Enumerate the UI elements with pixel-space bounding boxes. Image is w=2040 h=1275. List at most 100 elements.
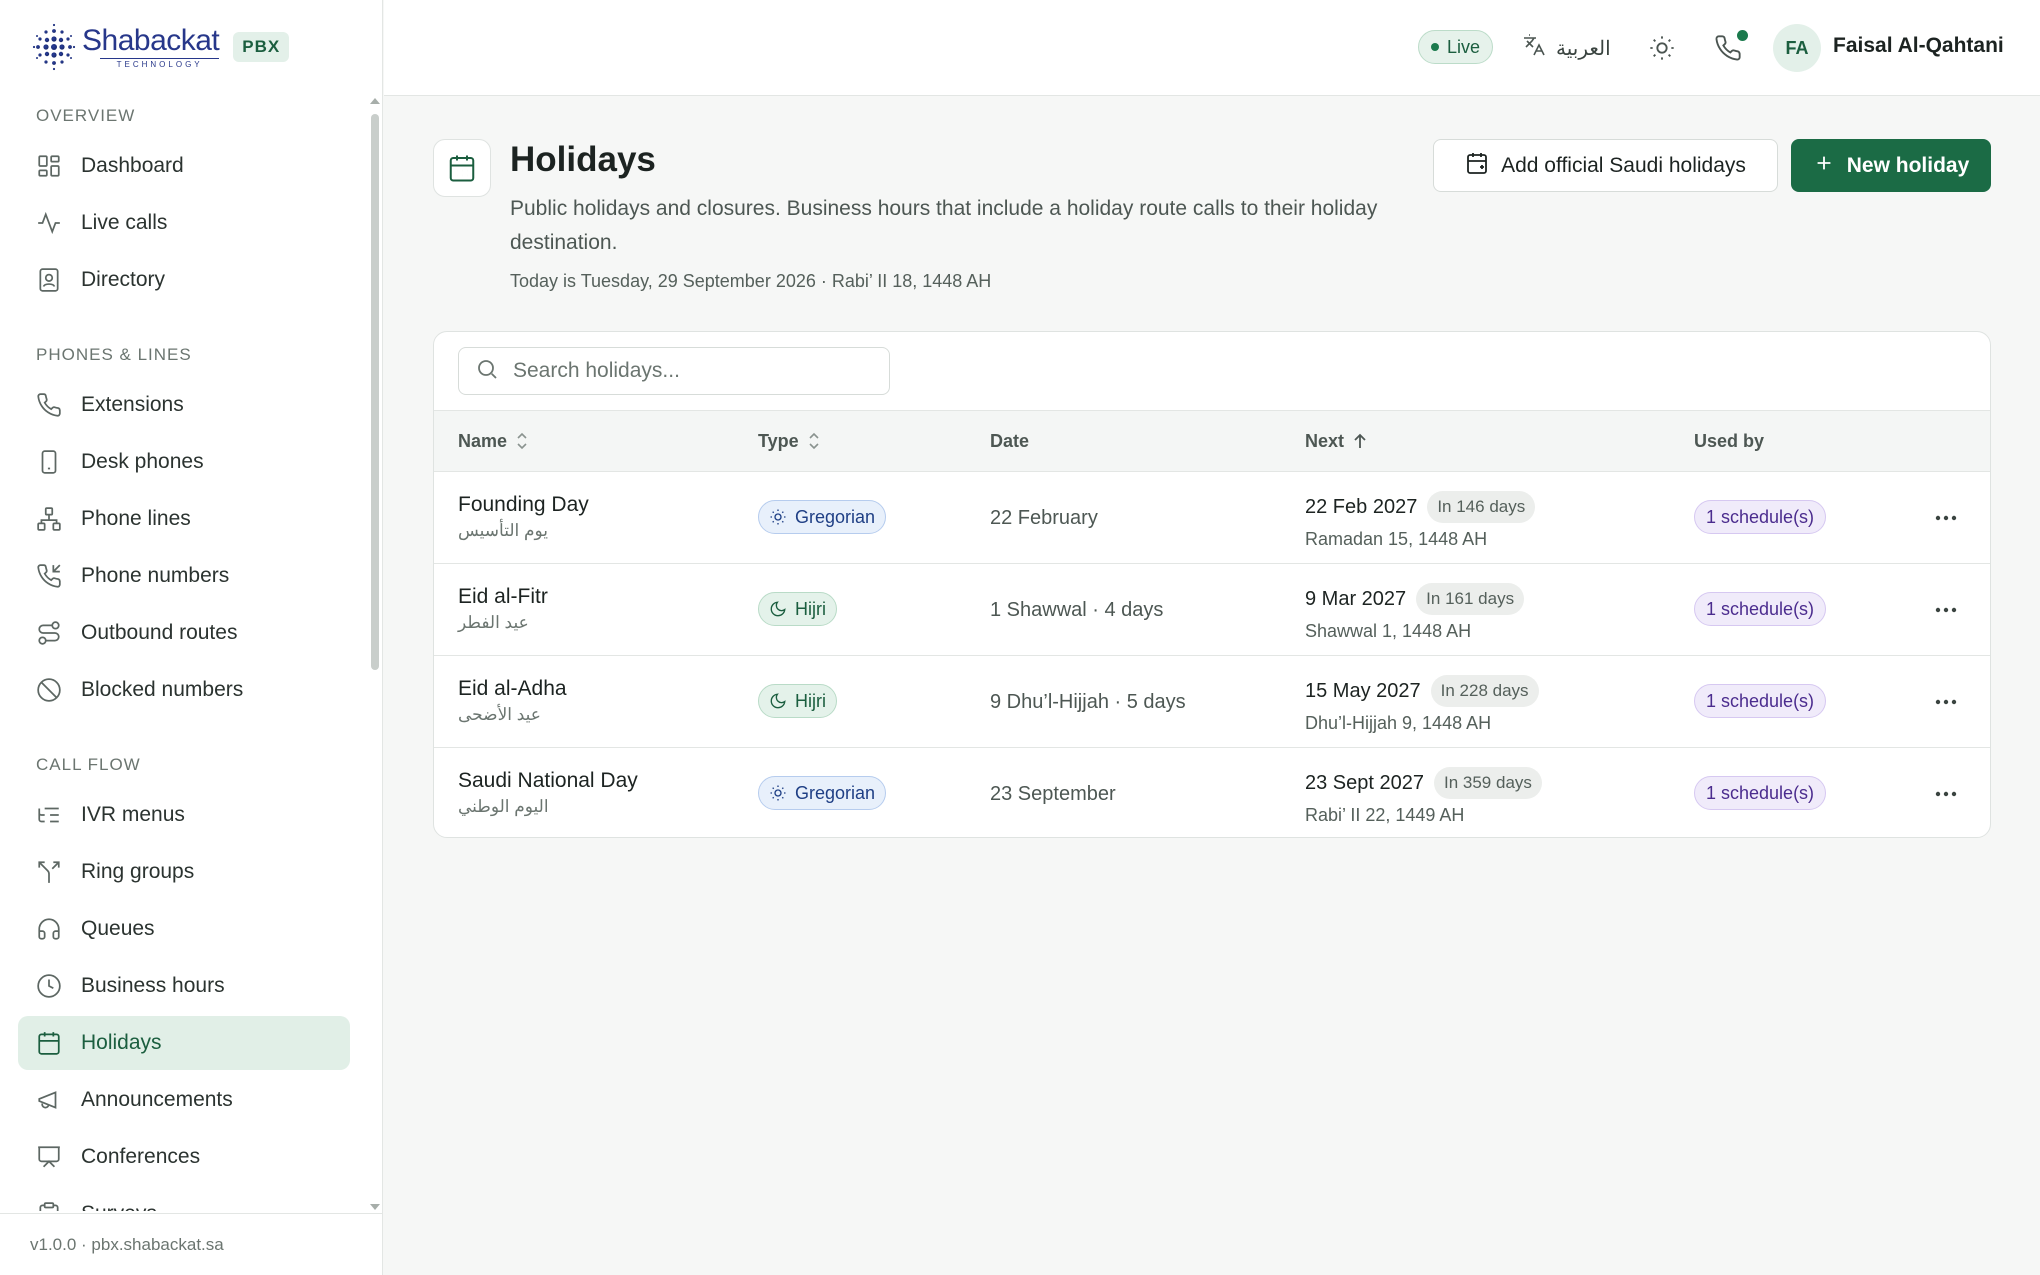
clock-icon [35, 972, 63, 1000]
sidebar-item-label: Live calls [81, 211, 168, 234]
scroll-down-arrow[interactable] [370, 1204, 380, 1210]
used-by-badge[interactable]: 1 schedule(s) [1694, 684, 1827, 718]
holiday-name: Saudi National Day [458, 769, 638, 792]
column-next-header[interactable]: Next [1305, 411, 1368, 471]
column-used-by-header: Used by [1694, 411, 1764, 471]
table-row[interactable]: Founding Day يوم التأسيس Gregorian 22 Fe… [434, 473, 1990, 564]
used-by-badge[interactable]: 1 schedule(s) [1694, 500, 1827, 534]
search-box[interactable] [458, 347, 890, 395]
next-date: 22 Feb 2027 [1305, 495, 1418, 518]
sidebar-item-outbound-routes[interactable]: Outbound routes [18, 606, 350, 660]
page-calendar-icon [433, 139, 491, 197]
days-until-badge: In 228 days [1430, 675, 1539, 707]
softphone-online-dot [1737, 30, 1748, 41]
sidebar-item-extensions[interactable]: Extensions [18, 378, 350, 432]
date-cell: 1 Shawwal · 4 days [990, 599, 1164, 621]
sidebar-item-label: Phone lines [81, 507, 191, 530]
sidebar-item-phone-numbers[interactable]: Phone numbers [18, 549, 350, 603]
sidebar-item-label: Holidays [81, 1031, 162, 1054]
device-icon [35, 448, 63, 476]
column-label: Name [458, 430, 508, 451]
next-cell: 22 Feb 2027 In 146 days Ramadan 15, 1448… [1305, 491, 1536, 550]
sidebar-item-blocked-numbers[interactable]: Blocked numbers [18, 663, 350, 717]
holiday-name-arabic: يوم التأسيس [458, 521, 549, 540]
sidebar-item-desk-phones[interactable]: Desk phones [18, 435, 350, 489]
sidebar-item-ring-groups[interactable]: Ring groups [18, 845, 350, 899]
scroll-up-arrow[interactable] [370, 98, 380, 104]
sidebar-item-directory[interactable]: Directory [18, 253, 350, 307]
search-input[interactable] [513, 359, 873, 383]
row-more-icon[interactable] [1928, 592, 1964, 628]
sun-icon [769, 784, 787, 802]
clipboard-check-icon [35, 1200, 63, 1211]
translate-icon [1522, 33, 1546, 63]
column-label: Next [1305, 430, 1345, 451]
sidebar-item-label: Directory [81, 268, 166, 291]
theme-toggle-sun-icon[interactable] [1648, 34, 1676, 62]
type-label: Hijri [795, 690, 826, 711]
sort-icon [807, 432, 821, 450]
next-date: 9 Mar 2027 [1305, 587, 1407, 610]
used-by-badge[interactable]: 1 schedule(s) [1694, 776, 1827, 810]
new-holiday-button[interactable]: New holiday [1791, 139, 1991, 192]
sun-icon [769, 508, 787, 526]
globe-logo-icon [32, 23, 76, 71]
row-more-icon[interactable] [1928, 684, 1964, 720]
row-more-icon[interactable] [1928, 500, 1964, 536]
moon-icon [769, 692, 787, 710]
sidebar-scrollbar[interactable] [371, 114, 379, 670]
sidebar-item-ivr-menus[interactable]: IVR menus [18, 788, 350, 842]
language-toggle[interactable]: العربية [1522, 28, 1611, 68]
user-name[interactable]: Faisal Al-Qahtani [1833, 34, 2004, 58]
sidebar-item-holidays[interactable]: Holidays [18, 1016, 350, 1070]
column-type-header[interactable]: Type [758, 411, 821, 471]
table-row[interactable]: Eid al-Adha عيد الأضحى Hijri 9 Dhu’l-Hij… [434, 657, 1990, 748]
used-by-cell: 1 schedule(s) [1694, 684, 1827, 718]
page-description: Public holidays and closures. Business h… [510, 197, 1378, 254]
row-more-icon[interactable] [1928, 776, 1964, 812]
date-cell: 9 Dhu’l-Hijjah · 5 days [990, 691, 1186, 713]
table-row[interactable]: Eid al-Fitr عيد الفطر Hijri 1 Shawwal · … [434, 565, 1990, 656]
add-saudi-holidays-button[interactable]: Add official Saudi holidays [1433, 139, 1778, 192]
used-by-cell: 1 schedule(s) [1694, 776, 1827, 810]
network-icon [35, 505, 63, 533]
calendar-icon [35, 1029, 63, 1057]
type-badge: Gregorian [758, 500, 887, 534]
sidebar-item-queues[interactable]: Queues [18, 902, 350, 956]
calendar-plus-icon [1465, 151, 1489, 181]
brand-sub: TECHNOLOGY [100, 57, 220, 69]
moon-icon [769, 600, 787, 618]
next-hijri-date: Shawwal 1, 1448 AH [1305, 621, 1472, 641]
sidebar-item-label: Queues [81, 917, 155, 940]
today-date: Today is Tuesday, 29 September 2026 · Ra… [510, 271, 992, 291]
type-label: Gregorian [795, 782, 876, 803]
type-cell: Gregorian [758, 500, 887, 534]
sidebar-item-dashboard[interactable]: Dashboard [18, 139, 350, 193]
sidebar-item-label: IVR menus [81, 803, 185, 826]
sidebar-item-conferences[interactable]: Conferences [18, 1130, 350, 1184]
column-name-header[interactable]: Name [458, 411, 529, 471]
type-badge: Gregorian [758, 776, 887, 810]
sidebar-item-label: Outbound routes [81, 621, 238, 644]
column-date-header: Date [990, 411, 1029, 471]
split-icon [35, 858, 63, 886]
sidebar-item-phone-lines[interactable]: Phone lines [18, 492, 350, 546]
table-row[interactable]: Saudi National Day اليوم الوطني Gregoria… [434, 749, 1990, 837]
holiday-name-arabic: عيد الفطر [458, 613, 529, 632]
sidebar-item-label: Ring groups [81, 860, 195, 883]
holiday-name-cell: Founding Day يوم التأسيس [458, 493, 589, 541]
route-icon [35, 619, 63, 647]
sidebar-item-announcements[interactable]: Announcements [18, 1073, 350, 1127]
next-cell: 23 Sept 2027 In 359 days Rabi’ II 22, 14… [1305, 767, 1542, 826]
sidebar-item-surveys[interactable]: Surveys [18, 1187, 350, 1211]
used-by-badge[interactable]: 1 schedule(s) [1694, 592, 1827, 626]
avatar[interactable]: FA [1773, 24, 1821, 72]
sidebar-item-live-calls[interactable]: Live calls [18, 196, 350, 250]
language-label: العربية [1556, 37, 1611, 60]
brand[interactable]: Shabackat TECHNOLOGY PBX [30, 20, 290, 74]
sidebar-item-label: Phone numbers [81, 564, 230, 587]
holiday-name-arabic: اليوم الوطني [458, 797, 549, 816]
holiday-name-cell: Saudi National Day اليوم الوطني [458, 769, 638, 817]
sidebar-item-business-hours[interactable]: Business hours [18, 959, 350, 1013]
phone-incoming-icon [35, 562, 63, 590]
